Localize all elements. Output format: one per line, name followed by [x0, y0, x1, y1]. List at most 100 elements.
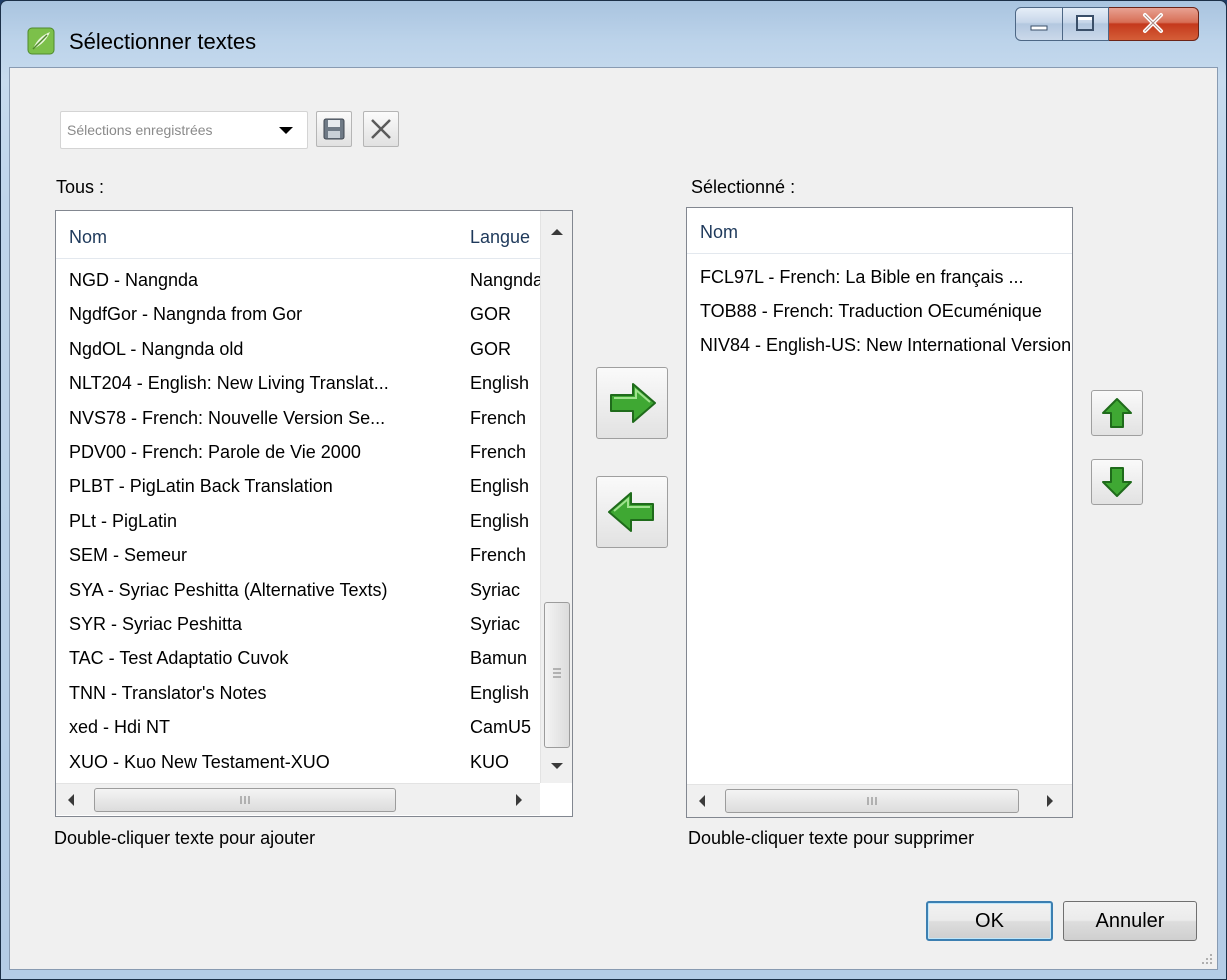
list-item[interactable]: PLBT - PigLatin Back Translation English: [56, 469, 540, 503]
list-item[interactable]: XUO - Kuo New Testament-XUO KUO: [56, 745, 540, 779]
text-language: GOR: [470, 338, 512, 359]
remove-text-button[interactable]: [596, 476, 668, 548]
list-item[interactable]: NgdfGor - Nangnda from Gor GOR: [56, 297, 540, 331]
grip-lines-icon: [867, 797, 877, 805]
arrow-down-icon: [1102, 467, 1132, 497]
list-item[interactable]: NgdOL - Nangnda old GOR: [56, 332, 540, 366]
all-texts-list[interactable]: Nom Langue NGD - Nangnda Nangnda NgdfGor -…: [55, 210, 573, 817]
hscroll-thumb[interactable]: [94, 788, 396, 812]
text-language: French: [470, 407, 527, 428]
selected-texts-label: Sélectionné :: [691, 177, 796, 197]
saved-selections-combo[interactable]: Sélections enregistrées: [60, 111, 308, 149]
text-name: NgdfGor - Nangnda from Gor: [69, 304, 303, 325]
dialog-client-area: Sélections enregistrées Tous : Nom Langu…: [9, 67, 1218, 970]
text-language: KUO: [470, 751, 510, 772]
ok-button[interactable]: OK: [926, 901, 1053, 941]
list-item[interactable]: TAC - Test Adaptatio Cuvok Bamun: [56, 641, 540, 675]
text-language: Bamun: [470, 648, 528, 669]
list-item[interactable]: NVS78 - French: Nouvelle Version Se... Fr…: [56, 401, 540, 435]
arrow-left-icon: [608, 492, 654, 532]
text-name: NVS78 - French: Nouvelle Version Se...: [69, 407, 386, 428]
text-name: NGD - Nangnda: [69, 270, 199, 290]
arrow-up-icon: [1102, 398, 1132, 428]
cancel-button[interactable]: Annuler: [1063, 901, 1197, 941]
text-language: English: [470, 476, 530, 497]
grip-lines-icon: [240, 796, 250, 804]
list-item[interactable]: SEM - Semeur French: [56, 538, 540, 572]
text-language: Syriac: [470, 579, 521, 600]
text-language: CamU5: [470, 717, 532, 738]
text-language: English: [470, 682, 530, 703]
text-name: PLBT - PigLatin Back Translation: [69, 476, 333, 497]
all-texts-header: Nom Langue: [56, 211, 540, 259]
delete-selection-button[interactable]: [363, 111, 399, 147]
scroll-right-icon[interactable]: [516, 794, 522, 806]
selected-texts-header: Nom: [687, 208, 1072, 254]
text-name: PDV00 - French: Parole de Vie 2000: [69, 442, 361, 462]
add-text-button[interactable]: [596, 367, 668, 439]
list-item[interactable]: SYR - Syriac Peshitta Syriac: [56, 607, 540, 641]
all-texts-vscrollbar[interactable]: [540, 211, 572, 783]
vscroll-thumb[interactable]: [544, 602, 570, 748]
hscroll-thumb[interactable]: [725, 789, 1019, 813]
selected-texts-hscrollbar[interactable]: [687, 784, 1072, 817]
text-name: SEM - Semeur: [69, 545, 188, 566]
scroll-left-icon[interactable]: [68, 794, 74, 806]
column-header-name[interactable]: Nom: [69, 227, 107, 248]
title-bar[interactable]: Sélectionner textes: [1, 1, 1226, 67]
remove-hint: Double-cliquer texte pour supprimer: [688, 828, 975, 848]
scroll-up-icon[interactable]: [551, 229, 563, 235]
all-texts-hscrollbar[interactable]: [56, 783, 540, 815]
saved-selections-placeholder: Sélections enregistrées: [67, 122, 213, 138]
text-language: French: [470, 442, 527, 462]
list-item[interactable]: NLT204 - English: New Living Translat...…: [56, 366, 540, 400]
list-item[interactable]: SYA - Syriac Peshitta (Alternative Texts…: [56, 573, 540, 607]
text-language: Syriac: [470, 614, 521, 634]
move-up-button[interactable]: [1091, 390, 1143, 436]
text-name: NLT204 - English: New Living Translat...: [69, 373, 389, 394]
add-hint: Double-cliquer texte pour ajouter: [54, 828, 316, 848]
x-icon: [371, 119, 391, 139]
text-language: French: [470, 545, 527, 566]
resize-grip-icon[interactable]: [1199, 951, 1213, 965]
list-item[interactable]: PDV00 - French: Parole de Vie 2000 French: [56, 435, 540, 469]
list-item[interactable]: PLt - PigLatin English: [56, 504, 540, 538]
scroll-left-icon[interactable]: [699, 795, 705, 807]
scroll-right-icon[interactable]: [1047, 795, 1053, 807]
list-item[interactable]: TNN - Translator's Notes English: [56, 676, 540, 710]
list-item[interactable]: xed - Hdi NT CamU5: [56, 710, 540, 744]
app-leaf-icon: [27, 27, 55, 55]
all-texts-label: Tous :: [56, 177, 105, 197]
text-name: FCL97L - French: La Bible en français ..…: [700, 267, 1024, 287]
arrow-right-icon: [610, 383, 656, 423]
window-title: Sélectionner textes: [69, 29, 257, 54]
dialog-window: Sélectionner textes Sélections enregistr…: [0, 0, 1227, 980]
selected-texts-list[interactable]: Nom FCL97L - French: La Bible en françai…: [686, 207, 1073, 818]
column-header-language[interactable]: Langue: [470, 227, 540, 248]
list-item[interactable]: FCL97L - French: La Bible en français ..…: [687, 260, 1072, 294]
text-language: Nangnda: [470, 270, 540, 290]
move-down-button[interactable]: [1091, 459, 1143, 505]
maximize-button[interactable]: [1063, 7, 1109, 41]
save-selection-button[interactable]: [316, 111, 352, 147]
minimize-button[interactable]: [1015, 7, 1063, 41]
grip-lines-icon: [553, 668, 561, 678]
text-name: TOB88 - French: Traduction OEcuménique: [700, 301, 1042, 321]
maximize-icon: [1076, 15, 1094, 31]
minimize-icon: [1030, 25, 1048, 31]
list-item[interactable]: NGD - Nangnda Nangnda: [56, 263, 540, 297]
text-name: TNN - Translator's Notes: [69, 682, 267, 703]
text-name: XUO - Kuo New Testament-XUO: [69, 751, 330, 772]
text-language: GOR: [470, 304, 512, 325]
close-button[interactable]: [1109, 7, 1199, 41]
column-header-name[interactable]: Nom: [700, 222, 738, 243]
text-name: NgdOL - Nangnda old: [69, 338, 244, 359]
close-icon: [1143, 13, 1163, 33]
text-language: English: [470, 373, 530, 394]
list-item[interactable]: NIV84 - English-US: New International Ve…: [687, 328, 1072, 362]
list-item[interactable]: TOB88 - French: Traduction OEcuménique: [687, 294, 1072, 328]
scroll-down-icon[interactable]: [551, 763, 563, 769]
chevron-down-icon: [279, 127, 293, 134]
text-name: NIV84 - English-US: New International Ve…: [700, 335, 1072, 355]
text-name: TAC - Test Adaptatio Cuvok: [69, 648, 289, 669]
